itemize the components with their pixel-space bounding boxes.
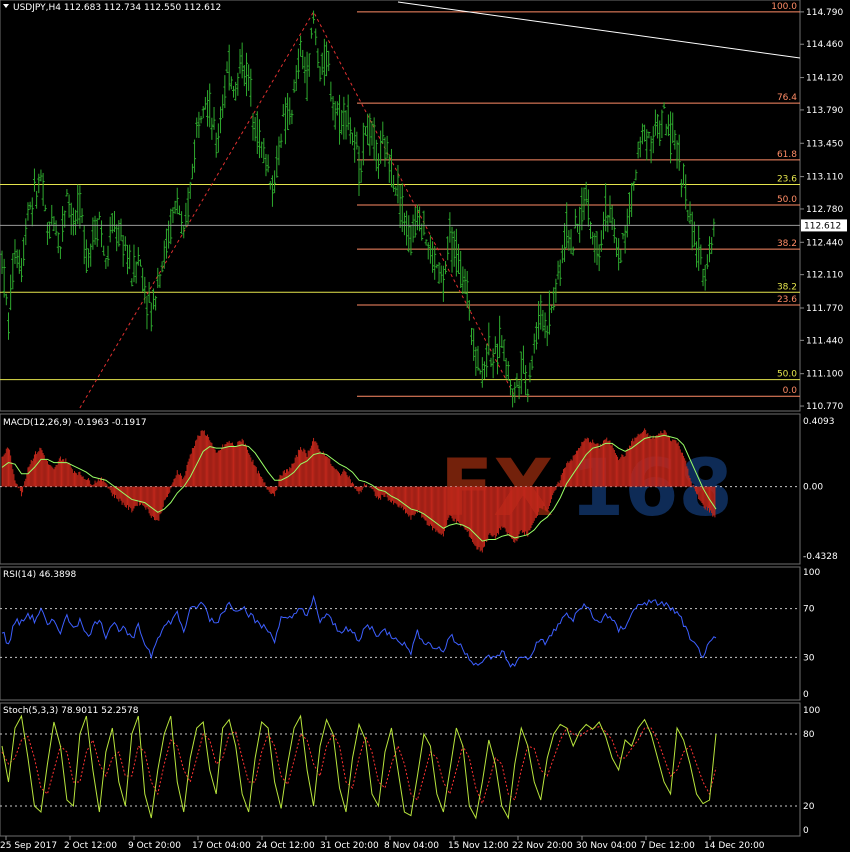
time-tick-label: 7 Dec 12:00 — [640, 841, 695, 851]
chart-canvas[interactable]: FX 168 100.076.461.850.038.223.60.023.63… — [0, 0, 850, 852]
price-tick-label: 114.120 — [806, 74, 843, 84]
fibo-level-label: 50.0 — [777, 195, 797, 205]
price-tick-label: 112.780 — [806, 205, 843, 215]
macd-tick-label: -0.4328 — [803, 552, 838, 562]
macd-label: MACD(12,26,9) -0.1963 -0.1917 — [3, 418, 147, 428]
price-tick-label: 114.460 — [806, 40, 843, 50]
fibo-level-label: 38.2 — [777, 239, 797, 249]
current-price-tag: 112.612 — [801, 219, 847, 232]
fibo-level-label: 76.4 — [777, 93, 797, 103]
price-tick-label: 113.450 — [806, 139, 843, 149]
rsi-tick-label: 100 — [803, 568, 820, 578]
macd-tick-label: 0.00 — [803, 483, 823, 493]
price-tick-label: 112.110 — [806, 271, 843, 281]
stoch-tick-label: 0 — [803, 826, 809, 836]
rsi-tick-label: 30 — [803, 653, 815, 663]
rsi-tick-label: 70 — [803, 605, 815, 615]
rsi-label: RSI(14) 46.3898 — [3, 570, 76, 580]
time-tick-label: 14 Dec 20:00 — [704, 841, 765, 851]
fibo-level-label: 100.0 — [771, 2, 797, 12]
symbol-title: USDJPY,H4 112.683 112.734 112.550 112.61… — [13, 3, 221, 13]
time-tick-label: 9 Oct 20:00 — [128, 841, 181, 851]
fibo-level-label: 0.0 — [783, 386, 798, 396]
time-tick-label: 25 Sep 2017 — [0, 841, 57, 851]
fibo-level-label: 23.6 — [777, 295, 797, 305]
price-tick-label: 113.790 — [806, 106, 843, 116]
stoch-tick-label: 100 — [803, 706, 820, 716]
fibo-level-label: 38.2 — [777, 282, 797, 292]
rsi-panel — [0, 566, 801, 701]
stoch-panel — [0, 702, 801, 837]
stoch-main-line — [1, 714, 717, 820]
current-price-value: 112.612 — [804, 221, 841, 231]
stoch-tick-label: 80 — [803, 730, 815, 740]
time-tick-label: 31 Oct 20:00 — [320, 841, 379, 851]
stoch-tick-label: 20 — [803, 802, 815, 812]
time-tick-label: 17 Oct 04:00 — [192, 841, 251, 851]
time-tick-label: 22 Nov 20:00 — [512, 841, 573, 851]
time-tick-label: 30 Nov 04:00 — [576, 841, 637, 851]
price-tick-label: 111.770 — [806, 304, 843, 314]
rsi-layer — [0, 594, 800, 668]
rsi-line — [1, 594, 717, 668]
price-tick-label: 112.440 — [806, 238, 843, 248]
time-tick-label: 8 Nov 04:00 — [384, 841, 439, 851]
price-layer: 100.0 76.4 61.8 50.0 38.2 23.6 0.0 23.6 38.2 50.0 — [0, 1, 801, 409]
dropdown-arrow-icon[interactable] — [3, 4, 9, 8]
stoch-layer — [0, 714, 800, 820]
fibo-level-label: 50.0 — [777, 370, 797, 380]
fibo-level-label: 61.8 — [777, 150, 797, 160]
time-tick-label: 2 Oct 12:00 — [64, 841, 117, 851]
price-tick-label: 113.110 — [806, 173, 843, 183]
stoch-label: Stoch(5,3,3) 78.9011 52.2578 — [3, 706, 139, 716]
trendline — [397, 1, 801, 59]
price-tick-label: 111.100 — [806, 370, 843, 380]
axes-layer: 114.790 114.460 114.120 113.790 113.450 113.1… — [0, 8, 843, 851]
price-tick-label: 110.770 — [806, 402, 843, 412]
price-tick-label: 111.440 — [806, 336, 843, 346]
rsi-tick-label: 0 — [803, 690, 809, 700]
time-tick-label: 15 Nov 12:00 — [448, 841, 509, 851]
price-tick-label: 114.790 — [806, 8, 843, 18]
fibo-level-label: 23.6 — [777, 174, 797, 184]
time-tick-label: 24 Oct 12:00 — [256, 841, 315, 851]
macd-tick-label: 0.4093 — [803, 417, 835, 427]
